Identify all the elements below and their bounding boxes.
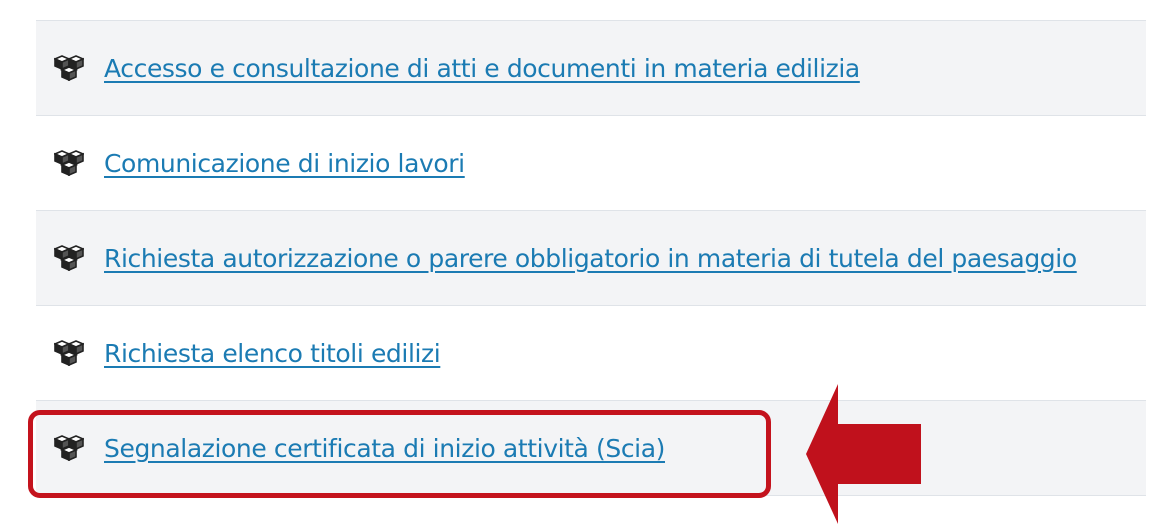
list-item-link[interactable]: Accesso e consultazione di atti e docume… — [104, 54, 860, 83]
list-item: Richiesta elenco titoli edilizi — [36, 306, 1146, 401]
cubes-icon — [54, 435, 84, 461]
list-item-link[interactable]: Comunicazione di inizio lavori — [104, 149, 465, 178]
list-item: Richiesta autorizzazione o parere obblig… — [36, 211, 1146, 306]
list-item-link[interactable]: Richiesta autorizzazione o parere obblig… — [104, 244, 1077, 273]
cubes-icon — [54, 55, 84, 81]
list-item: Segnalazione certificata di inizio attiv… — [36, 401, 1146, 496]
cubes-icon — [54, 340, 84, 366]
list-item: Comunicazione di inizio lavori — [36, 116, 1146, 211]
service-list: Accesso e consultazione di atti e docume… — [36, 20, 1146, 496]
list-item-link[interactable]: Segnalazione certificata di inizio attiv… — [104, 434, 665, 463]
list-item-link[interactable]: Richiesta elenco titoli edilizi — [104, 339, 441, 368]
cubes-icon — [54, 245, 84, 271]
list-item: Accesso e consultazione di atti e docume… — [36, 21, 1146, 116]
cubes-icon — [54, 150, 84, 176]
